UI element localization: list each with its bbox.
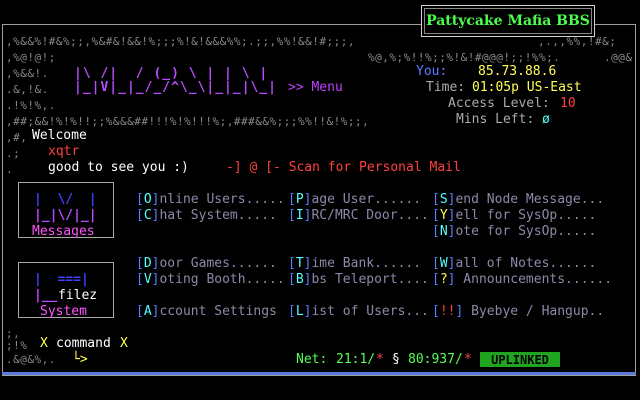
access-value: 10	[560, 96, 576, 111]
access-label: Access Level:	[448, 96, 550, 111]
noise-row: ,%&&%!#&%;;,%&#&!&&!%;;;%!&!&&&%%;.;;,%%…	[6, 35, 356, 48]
time-value: 01:05p US-East	[472, 80, 582, 95]
menu-wall-of-notes[interactable]: [W]all of Notes......	[432, 256, 596, 272]
menu-link[interactable]: >> Menu	[288, 80, 343, 96]
mins-label: Mins Left:	[456, 112, 535, 127]
messages-logo-line2: |_|\/|_|	[34, 208, 97, 223]
good-to-see-text: good to see you :)	[48, 160, 189, 175]
welcome-text: Welcome	[32, 128, 87, 143]
menu-account-settings[interactable]: [A]ccount Settings	[136, 304, 277, 320]
system-logo-line1: | ===|	[34, 272, 89, 287]
command-label: command	[56, 336, 111, 351]
scan-mail-link[interactable]: -] @ [- Scan for Personal Mail	[226, 160, 461, 176]
menu-online-users[interactable]: [O]nline Users.....	[136, 192, 285, 208]
net-label: Net:	[296, 352, 328, 367]
noise-row: .;	[6, 147, 21, 160]
net-value: 21:1/	[336, 352, 376, 367]
menu-send-node-message[interactable]: [S]end Node Message...	[432, 192, 604, 208]
noise-row: .@@&	[604, 51, 633, 64]
net-star: *	[376, 352, 384, 367]
bbs-title-box: Pattycake Mafia BBS	[421, 5, 595, 37]
noise-row: .&@&%,.	[6, 353, 56, 366]
messages-logo-line1: | \/ |	[34, 192, 97, 207]
menu-time-bank[interactable]: [T]ime Bank......	[288, 256, 421, 272]
menu-door-games[interactable]: [D]oor Games......	[136, 256, 277, 272]
mins-value: ø	[542, 112, 550, 127]
mafia-logo-line2: |_|V|_|_/_/^\_\|_|_|\_|	[74, 80, 278, 95]
noise-row: ,%&&!.	[6, 67, 49, 80]
node-value: 80:937/	[408, 352, 463, 367]
command-prompt[interactable]: └>	[72, 352, 88, 368]
noise-row: .	[6, 163, 14, 176]
time-label: Time:	[426, 80, 466, 95]
messages-label: Messages	[32, 224, 95, 239]
bbs-title: Pattycake Mafia BBS	[426, 13, 590, 29]
noise-row: ,%@!@!;	[6, 51, 56, 64]
you-value: 85.73.88.6	[478, 64, 557, 79]
uplinked-badge: UPLINKED	[480, 352, 560, 367]
system-label: System	[40, 304, 87, 319]
menu-chat-system[interactable]: [C]hat System.....	[136, 208, 277, 224]
section-symbol: §	[392, 352, 400, 367]
noise-row: .&,!&.	[6, 83, 49, 96]
node-star: *	[464, 352, 472, 367]
system-logo-line2: |__	[34, 288, 58, 303]
menu-yell-sysop[interactable]: [Y]ell for SysOp.....	[432, 208, 596, 224]
menu-announcements[interactable]: [?] Announcements......	[432, 272, 612, 288]
menu-note-sysop[interactable]: [N]ote for SysOp.....	[432, 224, 596, 240]
you-label: You:	[416, 64, 448, 79]
menu-list-of-users[interactable]: [L]ist of Users...	[288, 304, 429, 320]
noise-row: ,#,	[6, 131, 28, 144]
command-x-left: X	[40, 336, 48, 351]
menu-byebye-hangup[interactable]: [!!] Byebye / Hangup..	[432, 304, 604, 320]
command-x-right: X	[120, 336, 128, 351]
filez-label: filez	[58, 288, 98, 303]
username: xqtr	[48, 144, 80, 159]
menu-bbs-teleport[interactable]: [B]bs Teleport....	[288, 272, 429, 288]
menu-voting-booth[interactable]: [V]oting Booth.....	[136, 272, 285, 288]
menu-page-user[interactable]: [P]age User......	[288, 192, 421, 208]
menu-irc-door[interactable]: [I]RC/MRC Door....	[288, 208, 429, 224]
noise-row: ,.,,%%,!#&;	[538, 35, 617, 48]
bottom-bar-accent	[2, 372, 636, 375]
noise-row: .!%!%,.	[6, 99, 56, 112]
